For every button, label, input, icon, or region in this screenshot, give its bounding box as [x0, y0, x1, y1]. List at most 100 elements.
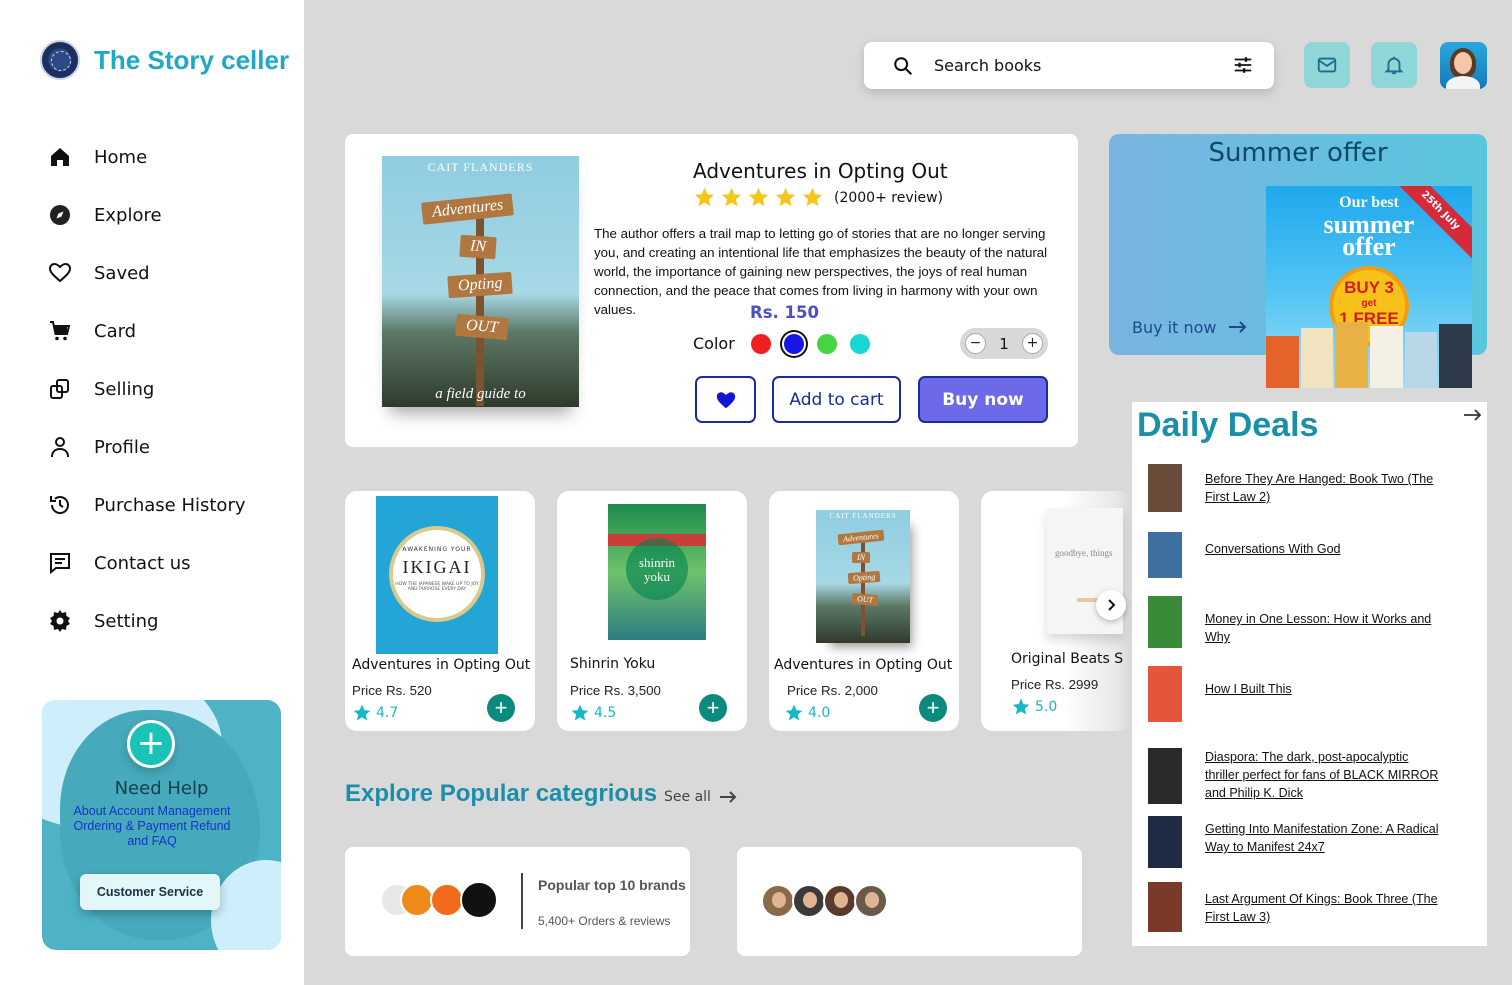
see-all-link[interactable]: See all — [664, 789, 737, 805]
sidebar-item-explore[interactable]: Explore — [48, 186, 288, 244]
filter-icon[interactable] — [1232, 54, 1254, 76]
sidebar: The Story celler Home Explore Saved Card… — [0, 0, 304, 985]
sidebar-item-contact-us[interactable]: Contact us — [48, 534, 288, 592]
author-avatar — [854, 884, 888, 918]
avatar-face — [1454, 52, 1472, 74]
cover-sign: Opting — [447, 271, 514, 299]
cover-text: shinrin yoku — [626, 538, 688, 600]
sidebar-item-card[interactable]: Card — [48, 302, 288, 360]
increment-button[interactable]: + — [1021, 333, 1043, 354]
sidebar-item-label: Explore — [94, 204, 162, 226]
avatar[interactable] — [1440, 42, 1487, 89]
arrow-right-icon — [719, 791, 737, 803]
category-card-authors[interactable] — [737, 847, 1082, 956]
buy-now-button[interactable]: Buy now — [918, 376, 1048, 423]
deal-title[interactable]: Conversations With God — [1205, 540, 1445, 558]
deal-title[interactable]: How I Built This — [1205, 680, 1445, 698]
brand-logo-icon — [460, 881, 498, 919]
book-card[interactable]: shinrin yoku Shinrin Yoku Price Rs. 3,50… — [557, 491, 747, 731]
sidebar-item-home[interactable]: Home — [48, 128, 288, 186]
deal-title[interactable]: Before They Are Hanged: Book Two (The Fi… — [1205, 470, 1445, 506]
favorite-button[interactable] — [695, 376, 756, 423]
cover-subtitle: a field guide to — [435, 386, 526, 402]
cover-text: CAIT FLANDERS — [829, 512, 897, 520]
author-avatar — [792, 884, 826, 918]
sidebar-item-label: Setting — [94, 610, 159, 632]
star-rating: (2000+ review) — [693, 186, 943, 209]
help-text: About Account Management Ordering & Paym… — [73, 804, 231, 848]
deal-thumbnail — [1148, 816, 1182, 868]
deal-thumbnail — [1148, 882, 1182, 932]
cover-sign: OUT — [455, 313, 509, 341]
review-count: (2000+ review) — [834, 189, 944, 206]
sidebar-nav: Home Explore Saved Card Selling Profile … — [48, 128, 288, 650]
book-card[interactable]: AWAKENING YOUR IKIGAI HOW THE JAPANESE W… — [345, 491, 535, 731]
sidebar-item-selling[interactable]: Selling — [48, 360, 288, 418]
cover-text: AWAKENING YOUR — [402, 546, 472, 553]
user-icon — [51, 437, 69, 458]
heart-icon — [48, 262, 72, 283]
search-bar — [864, 42, 1274, 89]
brand[interactable]: The Story celler — [40, 40, 289, 80]
sidebar-item-saved[interactable]: Saved — [48, 244, 288, 302]
cart-icon — [50, 321, 71, 341]
featured-book-card: CAIT FLANDERS Adventures IN Opting OUT a… — [345, 134, 1078, 447]
sidebar-item-label: Contact us — [94, 552, 191, 574]
sidebar-item-label: Home — [94, 146, 148, 168]
gear-icon — [50, 610, 70, 632]
sidebar-item-setting[interactable]: Setting — [48, 592, 288, 650]
cover-sign: IN — [852, 552, 870, 563]
bell-icon — [1384, 56, 1404, 75]
poster-book — [1266, 336, 1299, 388]
search-input[interactable] — [934, 56, 1204, 75]
color-swatch-blue[interactable] — [784, 334, 804, 354]
add-to-cart-button[interactable]: Add to cart — [772, 376, 901, 423]
color-swatch-green[interactable] — [817, 334, 837, 354]
category-card-brands[interactable]: Popular top 10 brands 5,400+ Orders & re… — [345, 847, 690, 956]
divider — [521, 873, 523, 929]
deal-title[interactable]: Getting Into Manifestation Zone: A Radic… — [1205, 820, 1445, 856]
mail-icon — [1317, 57, 1337, 73]
color-swatch-cyan[interactable] — [850, 334, 870, 354]
deal-title[interactable]: Money in One Lesson: How it Works and Wh… — [1205, 610, 1445, 646]
deal-title[interactable]: Last Argument Of Kings: Book Three (The … — [1205, 890, 1445, 926]
cover-sign: Adventures — [421, 193, 515, 225]
sidebar-item-profile[interactable]: Profile — [48, 418, 288, 476]
book-price: Price Rs. 2,000 — [787, 683, 878, 698]
customer-service-button[interactable]: Customer Service — [80, 874, 220, 910]
sidebar-item-label: Selling — [94, 378, 155, 400]
book-card[interactable]: CAIT FLANDERS Adventures IN Opting OUT A… — [769, 491, 959, 731]
book-cover: AWAKENING YOUR IKIGAI HOW THE JAPANESE W… — [376, 496, 498, 654]
deal-title[interactable]: Diaspora: The dark, post-apocalyptic thr… — [1205, 748, 1445, 802]
featured-book-cover[interactable]: CAIT FLANDERS Adventures IN Opting OUT a… — [382, 156, 579, 407]
buy-it-now-label: Buy it now — [1132, 318, 1217, 337]
mail-button[interactable] — [1304, 42, 1350, 88]
sidebar-item-purchase-history[interactable]: Purchase History — [48, 476, 288, 534]
search-icon[interactable] — [892, 55, 914, 77]
chat-icon — [50, 553, 70, 575]
add-book-button[interactable]: + — [699, 694, 727, 722]
poster-book — [1439, 324, 1472, 388]
carousel-next-button[interactable] — [1096, 590, 1126, 620]
poster-book — [1300, 328, 1334, 388]
color-swatch-red[interactable] — [751, 334, 771, 354]
cover-author: CAIT FLANDERS — [427, 160, 534, 174]
add-book-button[interactable]: + — [919, 694, 947, 722]
decrement-button[interactable]: − — [965, 333, 986, 354]
daily-deals-title: Daily Deals — [1137, 406, 1319, 444]
add-book-button[interactable]: + — [487, 694, 515, 722]
poster-book — [1370, 326, 1403, 388]
arrow-right-icon[interactable] — [1463, 408, 1483, 422]
summer-offer-banner[interactable]: Summer offer Buy it now Our best summer … — [1109, 134, 1487, 388]
book-title: Adventures in Opting Out — [352, 657, 531, 673]
plus-icon[interactable]: + — [127, 720, 175, 768]
buy-it-now-link[interactable]: Buy it now — [1132, 318, 1248, 337]
sidebar-item-label: Card — [94, 320, 137, 342]
star-icon — [721, 187, 742, 207]
book-title: Shinrin Yoku — [570, 656, 656, 672]
brand-logo-icon — [400, 883, 434, 917]
avatar-body — [1446, 76, 1480, 89]
deal-thumbnail — [1148, 532, 1182, 578]
star-icon — [1012, 698, 1030, 715]
notification-button[interactable] — [1371, 42, 1417, 88]
